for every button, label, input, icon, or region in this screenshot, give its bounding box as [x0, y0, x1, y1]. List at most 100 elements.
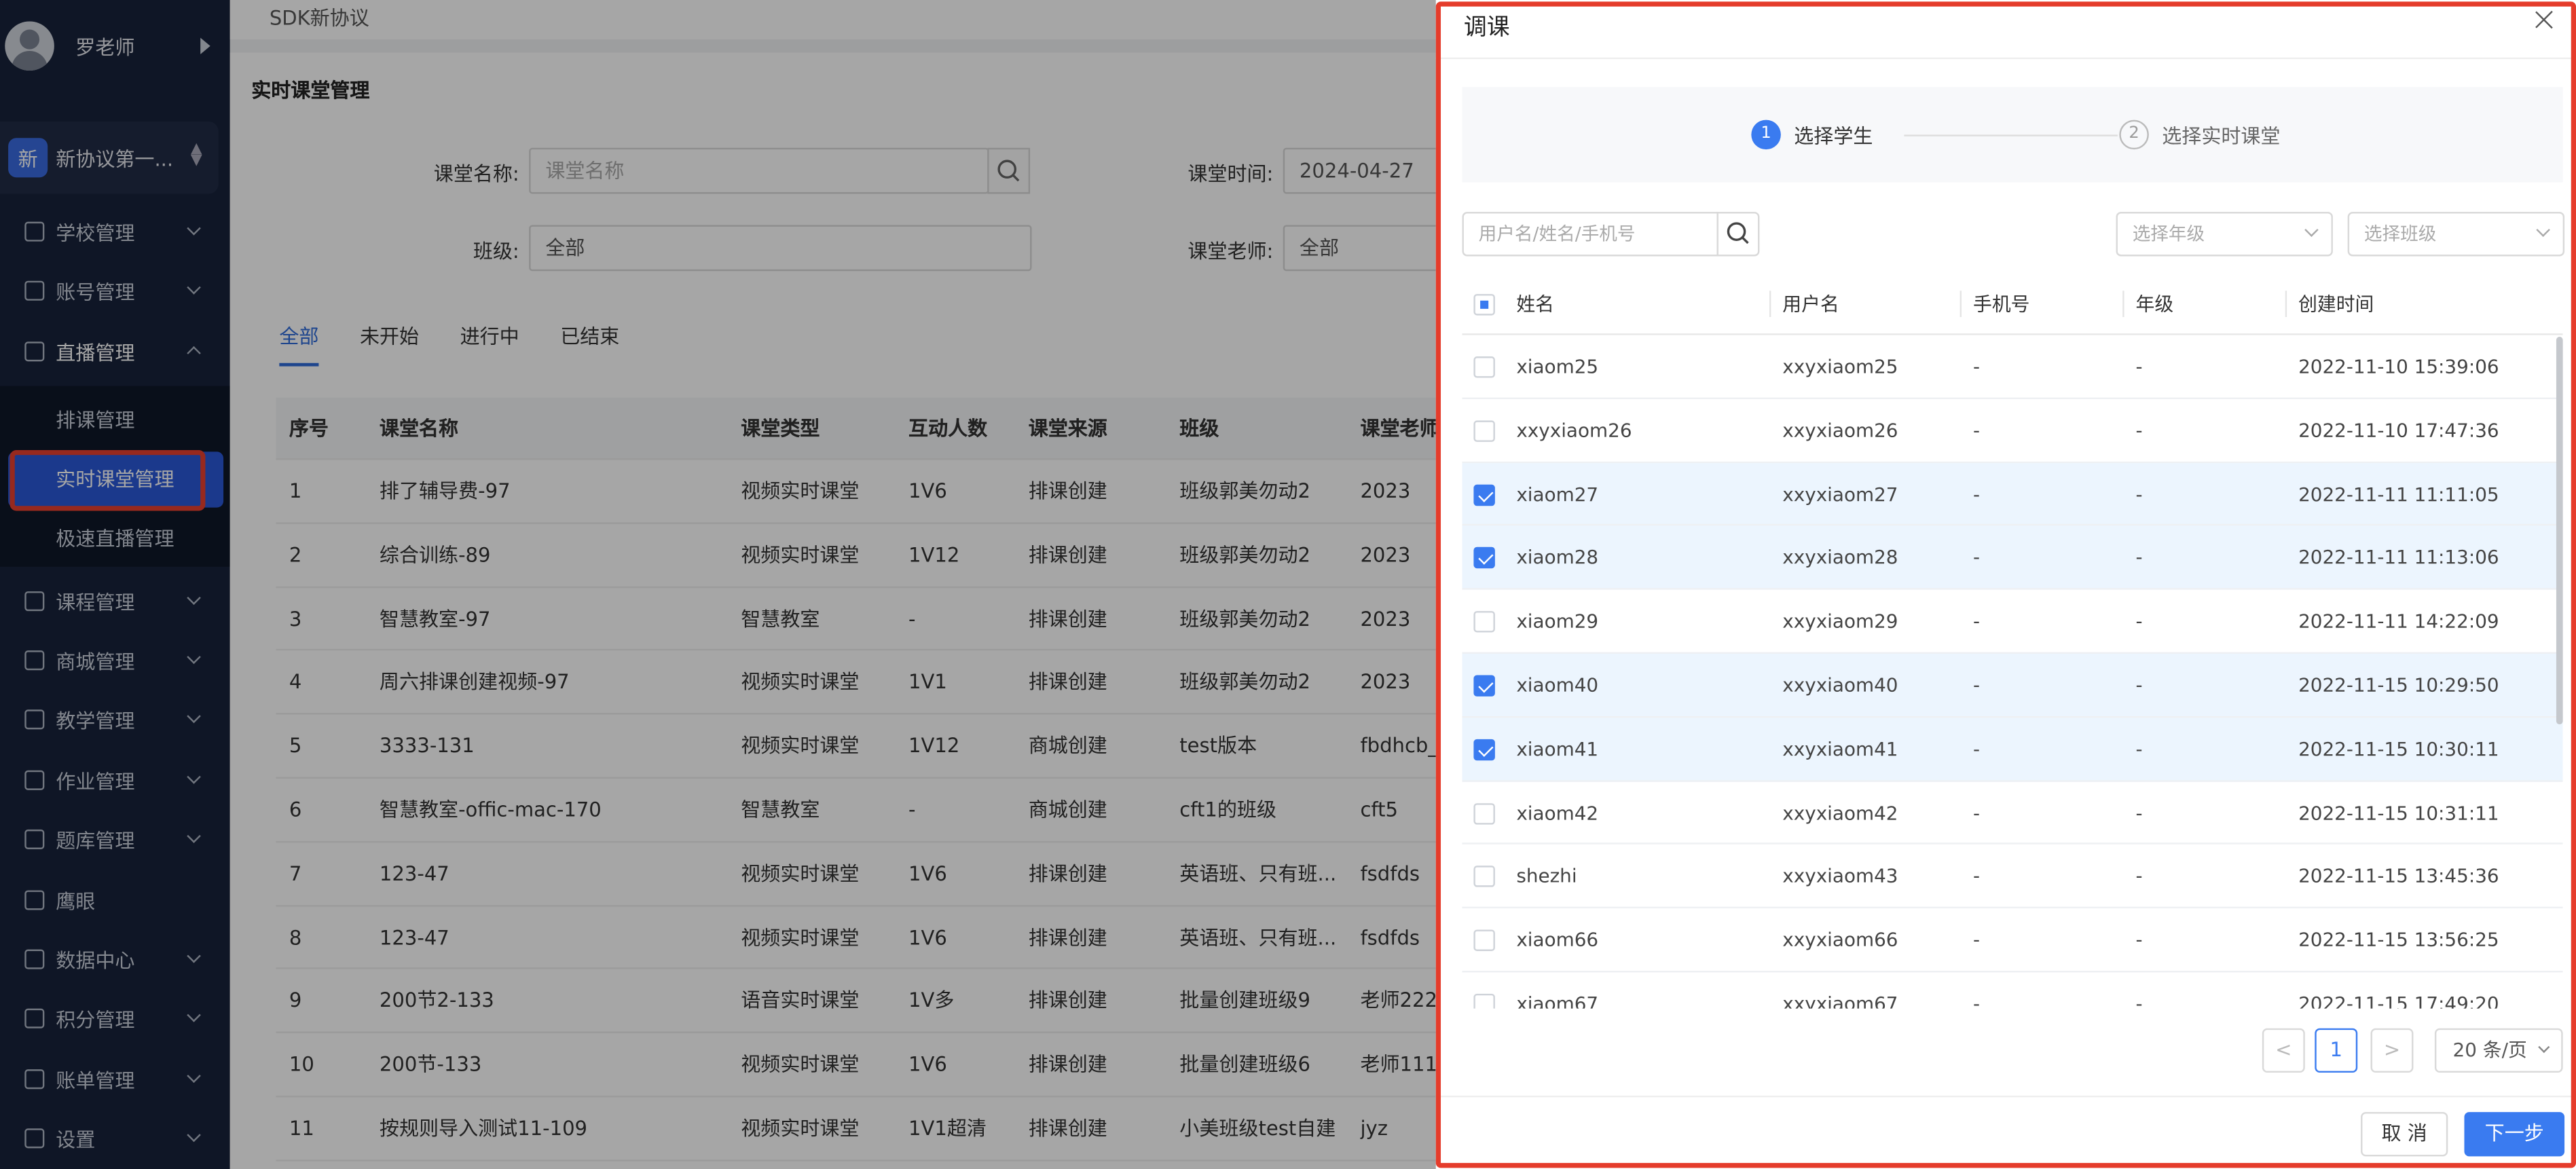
cancel-button[interactable]: 取 消 — [2361, 1112, 2448, 1157]
grade-select[interactable]: 选择年级 — [2116, 212, 2333, 257]
student-cell-username: xxyxiaom41 — [1782, 737, 1898, 760]
student-row[interactable]: xiaom40 xxyxiaom40 - - 2022-11-15 10:29:50 — [1462, 653, 2563, 718]
chevron-down-icon — [2536, 223, 2550, 238]
student-cell-phone: - — [1972, 864, 1981, 888]
student-cell-created: 2022-11-15 10:29:50 — [2298, 673, 2499, 697]
column-header: 创建时间 — [2298, 292, 2374, 316]
student-row[interactable]: xiaom67 xxyxiaom67 - - 2022-11-15 17:49:20 — [1462, 972, 2562, 1009]
column-header: 姓名 — [1516, 292, 1554, 316]
student-row[interactable]: xiaom28 xxyxiaom28 - - 2022-11-11 11:13:06 — [1462, 526, 2563, 591]
student-cell-name: xiaom25 — [1516, 354, 1599, 378]
student-cell-created: 2022-11-15 13:56:25 — [2298, 928, 2499, 952]
student-cell-phone: - — [1972, 546, 1981, 570]
student-row[interactable]: xiaom66 xxyxiaom66 - - 2022-11-15 13:56:25 — [1462, 908, 2563, 973]
column-header: 用户名 — [1782, 292, 1839, 316]
chevron-down-icon — [2538, 1041, 2550, 1054]
student-row[interactable]: xiaom27 xxyxiaom27 - - 2022-11-11 11:11:05 — [1462, 462, 2563, 527]
student-cell-created: 2022-11-10 17:47:36 — [2298, 418, 2499, 442]
student-cell-grade: - — [2135, 418, 2143, 442]
class-select-placeholder: 选择班级 — [2363, 223, 2437, 245]
column-header: 手机号 — [1972, 292, 2030, 316]
step-1-number: 1 — [1751, 119, 1781, 150]
student-cell-username: xxyxiaom43 — [1782, 864, 1898, 888]
student-cell-grade: - — [2135, 800, 2143, 824]
divider — [1435, 57, 2576, 60]
select-all-checkbox[interactable] — [1473, 294, 1495, 316]
student-cell-grade: - — [2135, 992, 2143, 1009]
student-cell-created: 2022-11-11 14:22:09 — [2298, 610, 2499, 633]
student-cell-name: xxyxiaom26 — [1516, 418, 1632, 442]
footer-divider — [1435, 1095, 2576, 1098]
row-checkbox[interactable] — [1473, 547, 1495, 570]
student-cell-name: xiaom40 — [1516, 673, 1599, 697]
prev-page-button[interactable]: < — [2262, 1028, 2305, 1073]
class-filter-select[interactable]: 选择班级 — [2347, 212, 2565, 257]
student-cell-created: 2022-11-15 13:45:36 — [2298, 864, 2499, 888]
student-cell-phone: - — [1972, 610, 1981, 633]
student-row[interactable]: shezhi xxyxiaom43 - - 2022-11-15 13:45:36 — [1462, 845, 2563, 909]
grade-select-placeholder: 选择年级 — [2132, 223, 2205, 245]
student-table-header: 姓名 用户名 手机号 年级 创建时间 — [1462, 272, 2563, 335]
next-page-button[interactable]: > — [2370, 1028, 2414, 1073]
student-cell-grade: - — [2135, 482, 2143, 506]
student-cell-username: xxyxiaom26 — [1782, 418, 1898, 442]
row-checkbox[interactable] — [1473, 611, 1495, 633]
step-2-number: 2 — [2119, 119, 2149, 150]
column-separator — [2285, 291, 2287, 317]
student-cell-username: xxyxiaom25 — [1782, 354, 1898, 378]
step-1-label: 选择学生 — [1794, 124, 1873, 148]
student-cell-grade: - — [2135, 864, 2143, 888]
step-connector — [1904, 134, 2118, 136]
table-scrollbar[interactable] — [2556, 337, 2563, 725]
student-cell-phone: - — [1972, 482, 1981, 506]
student-cell-grade: - — [2135, 546, 2143, 570]
row-checkbox[interactable] — [1473, 420, 1495, 442]
column-separator — [2122, 291, 2124, 317]
student-cell-phone: - — [1972, 800, 1981, 824]
student-cell-phone: - — [1972, 354, 1981, 378]
student-row[interactable]: xiaom41 xxyxiaom41 - - 2022-11-15 10:30:11 — [1462, 717, 2563, 781]
student-row[interactable]: xiaom25 xxyxiaom25 - - 2022-11-10 15:39:06 — [1462, 335, 2563, 399]
student-cell-phone: - — [1972, 992, 1981, 1009]
student-row[interactable]: xxyxiaom26 xxyxiaom26 - - 2022-11-10 17:47:3… — [1462, 398, 2563, 463]
student-cell-created: 2022-11-15 17:49:20 — [2298, 992, 2499, 1009]
student-cell-username: xxyxiaom67 — [1782, 992, 1898, 1009]
page-size-label: 20 条/页 — [2452, 1038, 2527, 1062]
column-separator — [1769, 291, 1771, 317]
student-table: 姓名 用户名 手机号 年级 创建时间 xiaom25 xxyxiaom25 - - 2022-11… — [1462, 272, 2563, 1009]
student-cell-name: xiaom67 — [1516, 992, 1599, 1009]
drawer-title: 调课 — [1463, 14, 1510, 41]
student-cell-phone: - — [1972, 673, 1981, 697]
student-cell-name: xiaom66 — [1516, 928, 1599, 952]
page-size-select[interactable]: 20 条/页 — [2434, 1028, 2563, 1073]
student-cell-username: xxyxiaom29 — [1782, 610, 1898, 633]
row-checkbox[interactable] — [1473, 356, 1495, 378]
student-cell-phone: - — [1972, 737, 1981, 760]
row-checkbox[interactable] — [1473, 929, 1495, 952]
row-checkbox[interactable] — [1473, 739, 1495, 760]
next-step-button[interactable]: 下一步 — [2464, 1112, 2565, 1157]
page-1-button[interactable]: 1 — [2315, 1028, 2358, 1073]
column-separator — [1959, 291, 1962, 317]
row-checkbox[interactable] — [1473, 802, 1495, 824]
student-cell-phone: - — [1972, 928, 1981, 952]
student-cell-created: 2022-11-10 15:39:06 — [2298, 354, 2499, 378]
close-icon[interactable] — [2533, 8, 2556, 31]
row-checkbox[interactable] — [1473, 675, 1495, 697]
row-checkbox[interactable] — [1473, 993, 1495, 1009]
step-2-label: 选择实时课堂 — [2162, 124, 2281, 148]
student-cell-grade: - — [2135, 737, 2143, 760]
student-cell-grade: - — [2135, 928, 2143, 952]
student-row[interactable]: xiaom29 xxyxiaom29 - - 2022-11-11 14:22:09 — [1462, 590, 2563, 654]
column-header: 年级 — [2135, 292, 2174, 316]
student-cell-name: xiaom29 — [1516, 610, 1599, 633]
row-checkbox[interactable] — [1473, 866, 1495, 888]
student-cell-grade: - — [2135, 354, 2143, 378]
row-checkbox[interactable] — [1473, 483, 1495, 506]
student-search-input[interactable]: 用户名/姓名/手机号 — [1462, 212, 1718, 257]
student-cell-grade: - — [2135, 610, 2143, 633]
student-row[interactable]: xiaom42 xxyxiaom42 - - 2022-11-15 10:31:11 — [1462, 781, 2563, 845]
student-cell-username: xxyxiaom27 — [1782, 482, 1898, 506]
steps: 1 选择学生 2 选择实时课堂 — [1462, 87, 2563, 183]
student-search-button[interactable] — [1716, 212, 1760, 257]
